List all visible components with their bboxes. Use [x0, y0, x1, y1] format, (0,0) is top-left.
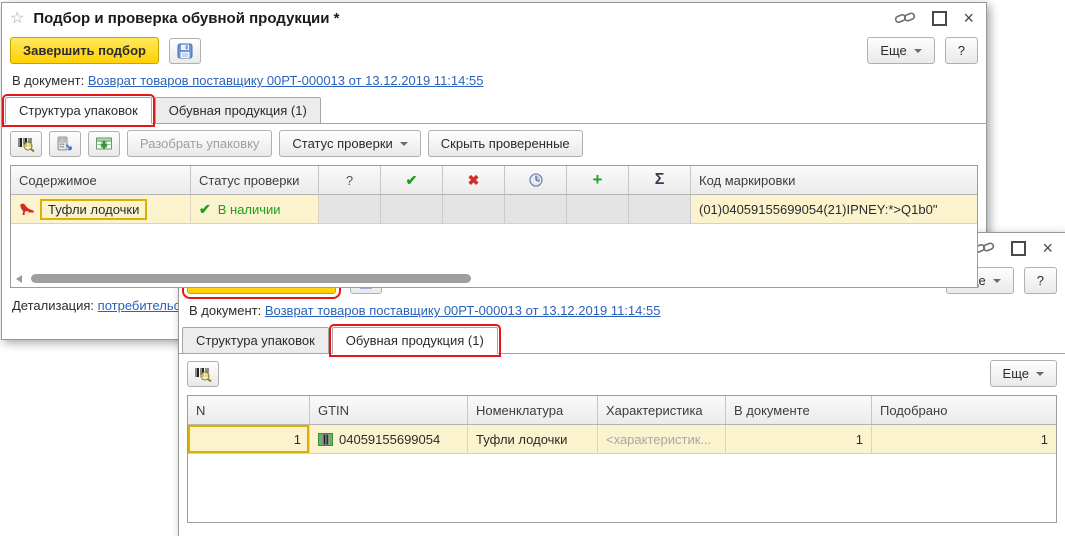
tab-bar: Структура упаковок Обувная продукция (1)	[179, 327, 1065, 354]
close-icon[interactable]: ×	[963, 9, 974, 27]
document-row: В документ: Возврат товаров поставщику 0…	[179, 298, 1065, 324]
content-cell[interactable]: Туфли лодочки	[11, 195, 191, 223]
get-link-icon[interactable]	[894, 11, 916, 25]
count-cell[interactable]	[567, 195, 629, 223]
tab-bar: Структура упаковок Обувная продукция (1)	[2, 97, 986, 124]
document-row: В документ: Возврат товаров поставщику 0…	[2, 68, 986, 94]
table-row: 1 04059155699054 Туфли лодочки	[188, 425, 1056, 454]
clock-icon	[528, 172, 544, 188]
col-clock-icon[interactable]	[505, 166, 567, 194]
document-label: В документ:	[12, 73, 84, 88]
barcode-icon	[318, 433, 333, 446]
tab-panel: Еще N GTIN Номенклатура Характеристика В…	[179, 353, 1065, 523]
col-cross-icon[interactable]: ✖	[443, 166, 505, 194]
window-title: Подбор и проверка обувной продукции *	[33, 10, 339, 27]
command-bar: Завершить подбор Еще ?	[2, 33, 986, 68]
maximize-icon[interactable]	[1011, 241, 1026, 256]
nomenclature-cell[interactable]: Туфли лодочки	[468, 425, 598, 453]
col-gtin[interactable]: GTIN	[310, 396, 468, 424]
count-cell[interactable]	[443, 195, 505, 223]
save-icon	[176, 42, 194, 60]
table-row: Туфли лодочки ✔ В наличии (01)0405915569…	[11, 195, 977, 224]
barcode-scan-icon	[194, 366, 212, 382]
table-header-row: Содержимое Статус проверки ? ✔ ✖	[11, 166, 977, 195]
dropdown-caret-icon	[914, 49, 922, 53]
col-n[interactable]: N	[188, 396, 310, 424]
col-content[interactable]: Содержимое	[11, 166, 191, 194]
scroll-left-icon[interactable]	[16, 275, 22, 283]
tab-shoe-products[interactable]: Обувная продукция (1)	[332, 327, 498, 354]
detail-label: Детализация:	[12, 298, 94, 313]
status-cell[interactable]: ✔ В наличии	[191, 195, 319, 223]
col-check-status[interactable]: Статус проверки	[191, 166, 319, 194]
data-terminal-icon	[56, 136, 74, 152]
characteristic-cell[interactable]: <характеристик...	[598, 425, 726, 453]
check-icon: ✔	[199, 201, 211, 218]
table-empty-area	[11, 224, 977, 270]
col-in-document[interactable]: В документе	[726, 396, 872, 424]
unpack-button[interactable]: Разобрать упаковку	[127, 130, 272, 157]
tab-panel: Разобрать упаковку Статус проверки Скрыт…	[2, 123, 986, 288]
dropdown-caret-icon	[400, 142, 408, 146]
help-button[interactable]: ?	[945, 37, 978, 64]
products-table: N GTIN Номенклатура Характеристика В док…	[187, 395, 1057, 523]
count-cell[interactable]	[381, 195, 443, 223]
count-cell[interactable]	[629, 195, 691, 223]
load-table-icon	[95, 136, 113, 152]
col-picked[interactable]: Подобрано	[872, 396, 1056, 424]
dropdown-caret-icon	[993, 279, 1001, 283]
dropdown-caret-icon	[1036, 372, 1044, 376]
desktop: ☆ Подбор и проверка обувной продукции * …	[0, 0, 1065, 536]
col-nomenclature[interactable]: Номенклатура	[468, 396, 598, 424]
col-characteristic[interactable]: Характеристика	[598, 396, 726, 424]
tab-shoe-products[interactable]: Обувная продукция (1)	[155, 97, 321, 124]
titlebar: ☆ Подбор и проверка обувной продукции * …	[2, 3, 986, 33]
help-button[interactable]: ?	[1024, 267, 1057, 294]
document-link[interactable]: Возврат товаров поставщику 00РТ-000013 о…	[265, 303, 661, 318]
table-toolbar: Разобрать упаковку Статус проверки Скрыт…	[2, 124, 986, 163]
scrollbar-thumb[interactable]	[31, 274, 471, 283]
picked-cell[interactable]: 1	[872, 425, 1056, 453]
data-terminal-button[interactable]	[49, 131, 81, 157]
in-document-cell[interactable]: 1	[726, 425, 872, 453]
n-cell-selected[interactable]: 1	[188, 425, 310, 453]
col-check-icon[interactable]: ✔	[381, 166, 443, 194]
packing-table: Содержимое Статус проверки ? ✔ ✖	[10, 165, 978, 288]
more-button[interactable]: Еще	[867, 37, 934, 64]
detail-link[interactable]: потребительс	[98, 298, 180, 313]
tab-packing-structure[interactable]: Структура упаковок	[182, 327, 329, 354]
col-sigma-icon[interactable]: Σ	[629, 166, 691, 194]
close-icon[interactable]: ×	[1042, 239, 1053, 257]
hide-checked-button[interactable]: Скрыть проверенные	[428, 130, 583, 157]
table-header-row: N GTIN Номенклатура Характеристика В док…	[188, 396, 1056, 425]
marking-code-cell[interactable]: (01)04059155699054(21)IPNEY:*>Q1b0"	[691, 195, 977, 223]
finish-selection-button[interactable]: Завершить подбор	[10, 37, 159, 64]
save-button[interactable]	[169, 38, 201, 64]
col-question-icon[interactable]: ?	[319, 166, 381, 194]
maximize-icon[interactable]	[932, 11, 947, 26]
col-plus-icon[interactable]: +	[567, 166, 629, 194]
document-link[interactable]: Возврат товаров поставщику 00РТ-000013 о…	[88, 73, 484, 88]
barcode-scan-icon	[17, 136, 35, 152]
tab-packing-structure[interactable]: Структура упаковок	[5, 97, 152, 124]
scan-barcode-button[interactable]	[187, 361, 219, 387]
table-toolbar: Еще	[179, 354, 1065, 393]
load-table-button[interactable]	[88, 131, 120, 157]
count-cell[interactable]	[505, 195, 567, 223]
table-empty-area	[188, 454, 1056, 522]
selected-cell-value[interactable]: Туфли лодочки	[40, 199, 147, 220]
check-status-button[interactable]: Статус проверки	[279, 130, 420, 157]
more-button-table[interactable]: Еще	[990, 360, 1057, 387]
scan-barcode-button[interactable]	[10, 131, 42, 157]
col-marking-code[interactable]: Код маркировки	[691, 166, 977, 194]
favorite-star-icon[interactable]: ☆	[10, 8, 24, 28]
horizontal-scrollbar[interactable]	[11, 270, 977, 287]
document-label: В документ:	[189, 303, 261, 318]
count-cell[interactable]	[319, 195, 381, 223]
gtin-cell[interactable]: 04059155699054	[310, 425, 468, 453]
red-shoe-icon	[19, 202, 35, 216]
